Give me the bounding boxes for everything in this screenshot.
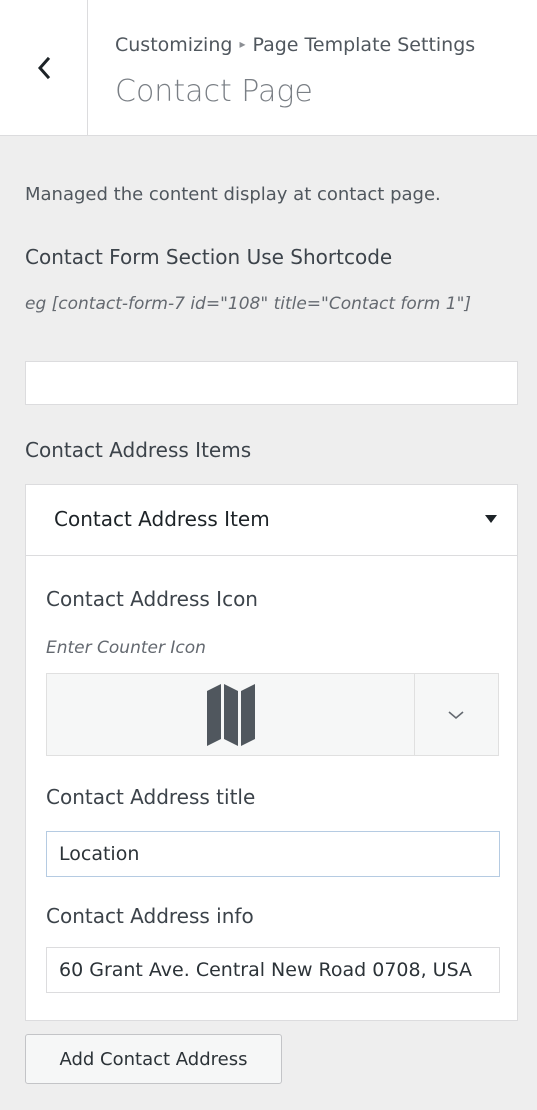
icon-picker[interactable] [46, 673, 499, 756]
page-title: Contact Page [115, 74, 313, 109]
icon-hint: Enter Counter Icon [46, 638, 206, 658]
contact-address-item-header[interactable]: Contact Address Item [26, 485, 517, 556]
shortcode-hint: eg [contact-form-7 id="108" title="Conta… [25, 294, 472, 314]
shortcode-input[interactable] [25, 361, 518, 405]
icon-dropdown-toggle[interactable] [413, 674, 498, 755]
breadcrumb: Customizing ▸ Page Template Settings [115, 34, 475, 56]
address-title-input[interactable] [46, 831, 500, 877]
breadcrumb-separator: ▸ [239, 37, 246, 51]
address-title-label: Contact Address title [46, 785, 256, 809]
shortcode-label: Contact Form Section Use Shortcode [25, 245, 393, 269]
chevron-down-icon [447, 710, 464, 719]
breadcrumb-root: Customizing [115, 34, 233, 56]
back-button[interactable] [0, 0, 88, 135]
address-info-input[interactable] [46, 947, 500, 993]
icon-label: Contact Address Icon [46, 587, 258, 611]
chevron-left-icon [37, 56, 50, 79]
breadcrumb-parent: Page Template Settings [252, 34, 476, 56]
contact-address-item-title: Contact Address Item [54, 507, 270, 531]
map-icon [206, 683, 255, 746]
contact-items-label: Contact Address Items [25, 438, 252, 462]
icon-preview [47, 674, 415, 755]
add-contact-address-button[interactable]: Add Contact Address [25, 1034, 282, 1084]
customizer-header: Customizing ▸ Page Template Settings Conta… [0, 0, 537, 136]
address-info-label: Contact Address info [46, 904, 254, 928]
section-description: Managed the content display at contact p… [25, 184, 441, 205]
contact-address-item: Contact Address Item Contact Address Ico… [25, 484, 518, 1021]
caret-down-icon [485, 515, 497, 523]
